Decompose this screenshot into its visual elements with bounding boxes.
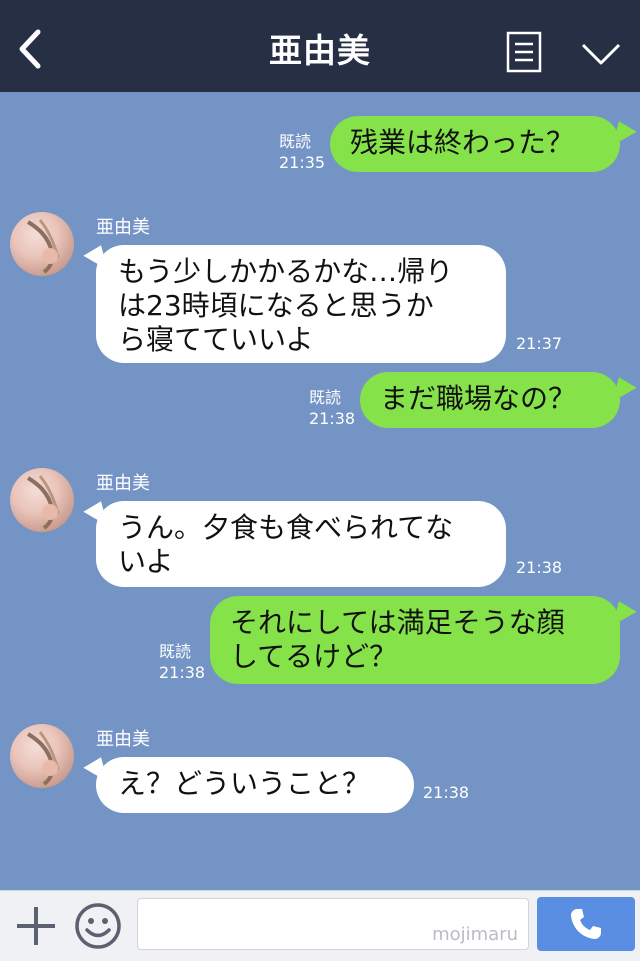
sent-message-bubble[interactable]: それにしては満足そうな顔 してるけど？ bbox=[210, 596, 620, 684]
message-line: いよ bbox=[118, 545, 174, 578]
message-meta: 既読 21:38 bbox=[309, 387, 355, 429]
smile-icon[interactable] bbox=[73, 901, 123, 951]
sent-message-bubble[interactable]: 残業は終わった？ bbox=[330, 116, 620, 172]
sender-name: 亜由美 bbox=[96, 217, 150, 238]
message-text: え？どういうこと？ bbox=[118, 767, 371, 800]
sent-message-bubble[interactable]: まだ職場なの？ bbox=[360, 372, 620, 428]
message-text: 残業は終わった？ bbox=[350, 126, 575, 159]
avatar[interactable] bbox=[10, 468, 74, 532]
received-message-bubble[interactable]: うん。夕食も食べられてな いよ bbox=[96, 501, 506, 587]
input-bar: mojimaru bbox=[0, 890, 640, 961]
avatar[interactable] bbox=[10, 724, 74, 788]
plus-icon[interactable] bbox=[14, 904, 58, 948]
message-time: 21:38 bbox=[159, 663, 206, 682]
chat-area[interactable]: 既読 21:35 残業は終わった？ 亜由美 もう少しかかるかな…帰り は23時頃… bbox=[0, 92, 640, 890]
message-line: それにしては満足そうな顔 bbox=[230, 606, 565, 639]
message-meta: 既読 21:38 bbox=[159, 641, 205, 683]
read-receipt: 既読 bbox=[159, 642, 192, 661]
message-line: ら寝てていいよ bbox=[118, 323, 314, 356]
message-line: は23時頃になると思うか bbox=[118, 289, 434, 322]
sender-name: 亜由美 bbox=[96, 729, 150, 750]
read-receipt: 既読 bbox=[309, 388, 342, 407]
sender-name: 亜由美 bbox=[96, 473, 150, 494]
avatar-image bbox=[26, 731, 60, 786]
chevron-down-icon[interactable] bbox=[580, 40, 622, 68]
read-receipt: 既読 bbox=[279, 132, 312, 151]
message-time: 21:37 bbox=[516, 334, 563, 353]
avatar[interactable] bbox=[10, 212, 74, 276]
message-input[interactable]: mojimaru bbox=[137, 898, 529, 950]
message-time: 21:38 bbox=[516, 558, 563, 577]
avatar-image bbox=[26, 475, 60, 530]
message-time: 21:38 bbox=[423, 783, 470, 802]
message-line: もう少しかかるかな…帰り bbox=[118, 255, 454, 288]
message-time: 21:38 bbox=[309, 409, 356, 428]
avatar-image bbox=[26, 219, 60, 274]
phone-icon bbox=[571, 909, 601, 939]
received-message-bubble[interactable]: え？どういうこと？ bbox=[96, 757, 414, 813]
chat-title: 亜由美 bbox=[269, 31, 371, 70]
call-button[interactable] bbox=[537, 897, 635, 951]
message-meta: 既読 21:35 bbox=[279, 131, 325, 173]
message-text: まだ職場なの？ bbox=[380, 382, 577, 415]
menu-icon[interactable] bbox=[506, 31, 542, 73]
chat-header: 亜由美 bbox=[0, 0, 640, 92]
message-time: 21:35 bbox=[279, 153, 326, 172]
message-line: うん。夕食も食べられてな bbox=[118, 511, 454, 544]
received-message-bubble[interactable]: もう少しかかるかな…帰り は23時頃になると思うか ら寝てていいよ bbox=[96, 245, 506, 363]
message-line: してるけど？ bbox=[230, 640, 398, 673]
watermark-text: mojimaru bbox=[432, 924, 518, 945]
